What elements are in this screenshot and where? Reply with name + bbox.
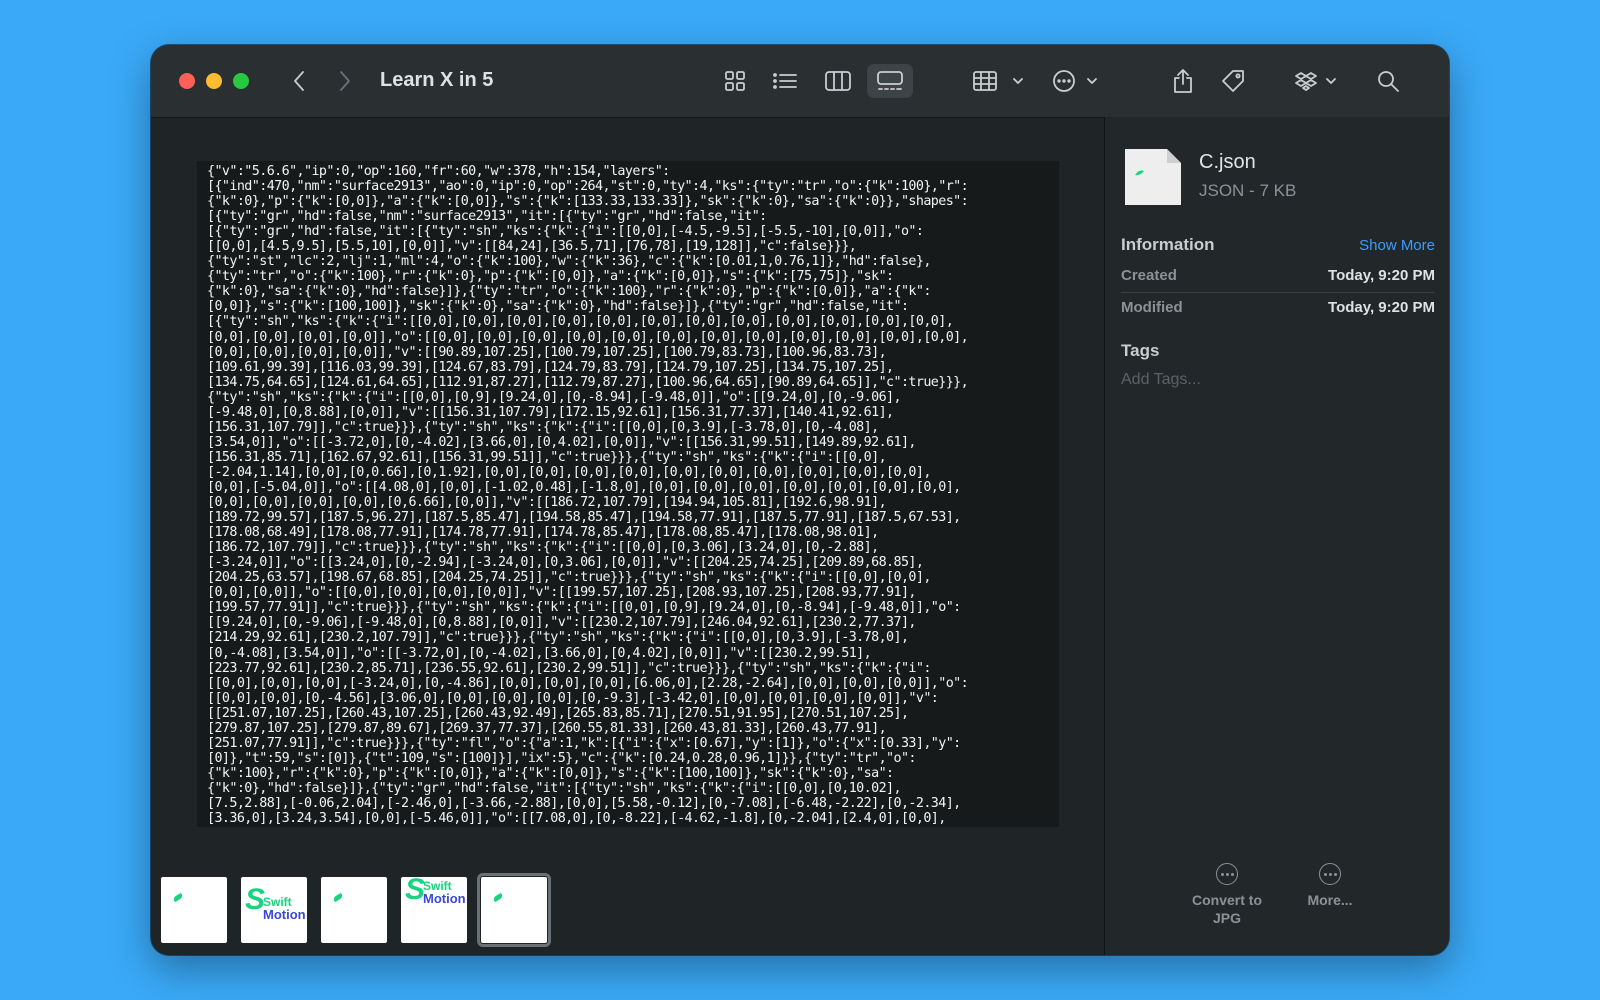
modified-value: Today, 9:20 PM [1328,299,1435,316]
group-by-button[interactable] [971,67,1027,95]
thumbnail-item[interactable] [321,877,387,943]
forward-button[interactable] [331,67,359,95]
ellipsis-circle-icon [1216,863,1238,885]
view-columns-button[interactable] [821,67,855,95]
swift-motion-logo-icon: S [245,883,266,916]
share-icon [1174,69,1192,93]
minimize-window-button[interactable] [206,73,222,89]
dropbox-icon [1295,72,1336,91]
convert-to-jpg-button[interactable]: Convert to JPG [1177,863,1277,927]
json-preview-text: {"v":"5.6.6","ip":0,"op":160,"fr":60,"w"… [207,164,969,827]
window-title: Learn X in 5 [380,69,494,91]
close-window-button[interactable] [179,73,195,89]
ellipsis-circle-icon [1053,70,1097,92]
show-more-link[interactable]: Show More [1359,237,1435,254]
view-icons-button[interactable] [720,67,750,95]
grid-icon [725,71,745,91]
logo-text: Motion [263,907,306,922]
columns-icon [825,71,851,91]
toolbar: Learn X in 5 [151,45,1449,118]
leaf-icon [172,892,184,903]
tags-heading: Tags [1121,341,1160,360]
group-grid-icon [973,71,1023,91]
leaf-icon [492,892,504,903]
file-preview[interactable]: {"v":"5.6.6","ip":0,"op":160,"fr":60,"w"… [197,161,1059,827]
zoom-window-button[interactable] [233,73,249,89]
convert-to-jpg-label: Convert to JPG [1192,892,1262,926]
search-icon [1378,71,1399,92]
thumbnail-item[interactable] [161,877,227,943]
leaf-icon [332,892,344,903]
action-menu-button[interactable] [1051,67,1103,95]
logo-text: Motion [423,891,466,906]
tag-icon [1222,70,1244,92]
thumbnail-item-selected[interactable] [477,873,551,947]
chevron-left-icon [294,71,304,91]
tag-button[interactable] [1217,67,1249,95]
thumbnail-item[interactable]: S Swift Motion [401,877,467,943]
ellipsis-circle-icon [1319,863,1341,885]
information-heading: Information [1121,235,1215,254]
thumbnail-item[interactable]: S Swift Motion [241,877,307,943]
more-actions-label: More... [1307,892,1353,908]
share-button[interactable] [1168,67,1198,95]
list-icon [773,73,797,89]
search-button[interactable] [1373,67,1403,95]
created-value: Today, 9:20 PM [1328,267,1435,284]
view-gallery-button[interactable] [867,64,913,98]
chevron-right-icon [340,71,350,91]
preview-sidebar: C.json JSON - 7 KB Information Show More… [1105,117,1449,955]
created-label: Created [1121,267,1177,284]
json-file-icon [1123,147,1183,207]
dropbox-button[interactable] [1293,67,1341,95]
modified-row: Modified Today, 9:20 PM [1121,293,1435,324]
view-list-button[interactable] [768,67,802,95]
back-button[interactable] [285,67,313,95]
created-row: Created Today, 9:20 PM [1121,261,1435,293]
thumbnail-strip: S Swift Motion S Swift Motion [161,873,551,947]
more-actions-button[interactable]: More... [1280,863,1380,909]
modified-label: Modified [1121,299,1183,316]
file-name: C.json [1199,151,1256,173]
add-tags-field[interactable]: Add Tags... [1121,371,1201,389]
gallery-icon [877,71,903,90]
finder-window: Learn X in 5 {"v":"5.6.6","ip":0,"op":16… [151,45,1449,955]
swift-motion-logo-icon: S [405,877,426,906]
file-kind-size: JSON - 7 KB [1199,181,1297,200]
